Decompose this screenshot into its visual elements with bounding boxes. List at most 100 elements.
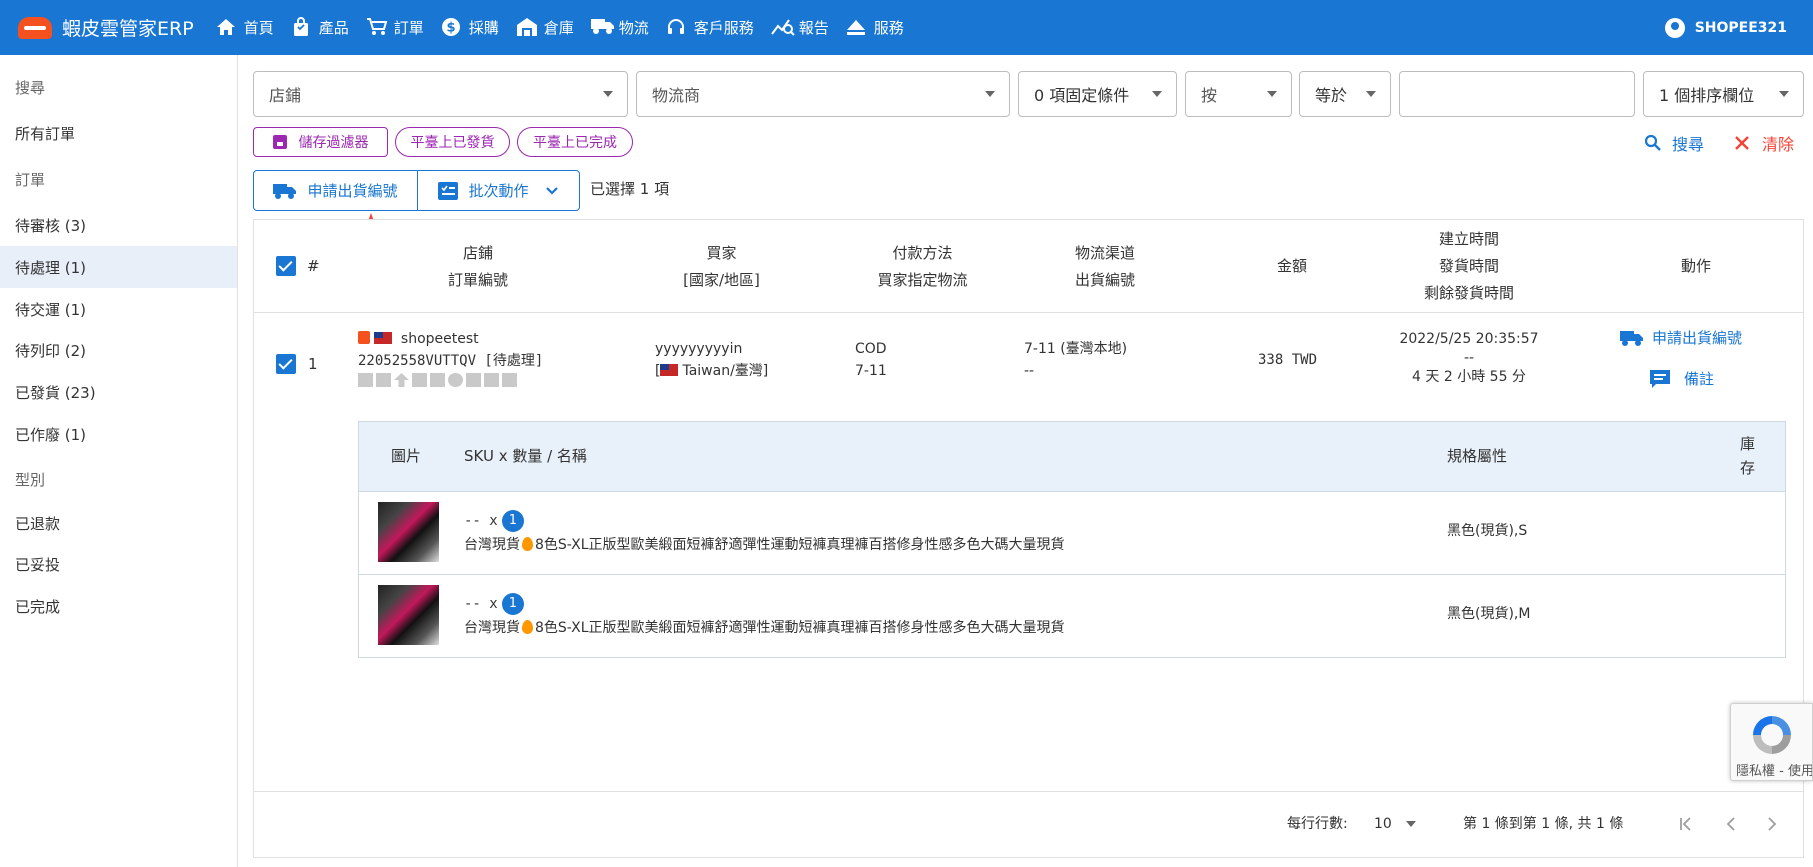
- batch-actions-button[interactable]: 批次動作: [417, 171, 579, 210]
- row-checkbox[interactable]: [276, 354, 296, 374]
- header-channel-line1: 物流渠道: [1074, 244, 1135, 262]
- nav-item-2[interactable]: 訂單: [366, 17, 424, 39]
- recaptcha-text[interactable]: 隱私權 - 使用條款: [1736, 760, 1812, 779]
- sidebar-item[interactable]: 已發貨 (23): [0, 371, 237, 413]
- items-header: 圖片 SKU x 數量 / 名稱 規格屬性 庫 存: [359, 422, 1785, 492]
- product-thumbnail[interactable]: [378, 585, 439, 645]
- shop-name: shopeetest: [400, 331, 479, 347]
- rows-per-page-select[interactable]: 10: [1374, 813, 1416, 835]
- message-icon[interactable]: [430, 373, 445, 387]
- checklist-icon[interactable]: [484, 373, 499, 387]
- fixed-conditions-select[interactable]: 0 項固定條件: [1018, 71, 1177, 117]
- item-name-part2: 8色S-XL正版型歐美緞面短褲舒適彈性運動短褲真理褲百搭修身性感多色大碼大量現貨: [535, 620, 1065, 636]
- header-channel-line2: 出貨編號: [1074, 271, 1135, 289]
- buyer-country: [Taiwan/臺灣]: [655, 363, 769, 379]
- item-sku: -- x: [464, 513, 498, 529]
- order-cell: shopeetest 22052558VUTTQV [待處理]: [358, 328, 543, 387]
- sidebar-item[interactable]: 待審核 (3): [0, 204, 237, 246]
- sidebar-item[interactable]: 待列印 (2): [0, 329, 237, 371]
- sidebar: 搜尋 所有訂單 訂單 待審核 (3) 待處理 (1) 待交運 (1) 待列印 (2) 已發貨 …: [0, 55, 238, 867]
- nav-item-4[interactable]: 倉庫: [516, 17, 574, 39]
- product-thumbnail[interactable]: [378, 502, 439, 562]
- dollar-icon: $: [441, 17, 463, 39]
- tracking-number: --: [1024, 363, 1035, 379]
- caret-down-icon: [1267, 91, 1277, 97]
- nav-item-8[interactable]: 服務: [846, 17, 904, 39]
- filter-value-input[interactable]: [1399, 71, 1635, 117]
- nav-item-label: 客戶服務: [693, 19, 754, 37]
- logistics-select[interactable]: 物流商: [636, 71, 1010, 117]
- created-time: 2022/5/25 20:35:57: [1399, 331, 1539, 347]
- shopee-logo-icon: [18, 16, 52, 39]
- chip-completed-on-platform[interactable]: 平臺上已完成: [517, 127, 633, 157]
- brand[interactable]: 蝦皮雲管家ERP: [18, 14, 194, 41]
- user-menu[interactable]: SHOPEE321: [1664, 0, 1787, 55]
- shop-select[interactable]: 店鋪: [253, 71, 628, 117]
- sidebar-item[interactable]: 待交運 (1): [0, 288, 237, 330]
- row-request-tracking-button[interactable]: 申請出貨編號: [1620, 327, 1742, 349]
- nav-item-3[interactable]: $ 採購: [441, 17, 499, 39]
- operator-select[interactable]: 等於: [1299, 71, 1391, 117]
- sidebar-item[interactable]: 所有訂單: [0, 112, 237, 154]
- main-nav: 首頁 產品 訂單 $ 採購 倉庫 物流 客戶服務 報告 服務: [216, 16, 921, 39]
- nav-item-6[interactable]: 客戶服務: [666, 17, 754, 39]
- sort-select[interactable]: 1 個排序欄位: [1643, 71, 1804, 117]
- channel-cell: 7-11 (臺灣本地) --: [1024, 338, 1127, 382]
- truck-icon: [273, 183, 297, 199]
- barcode-icon[interactable]: [358, 373, 373, 387]
- next-page-icon[interactable]: [1764, 816, 1780, 832]
- qrcode-icon[interactable]: [376, 373, 391, 387]
- shop-line: shopeetest: [358, 328, 543, 350]
- caret-down-icon: [603, 91, 613, 97]
- nav-item-1[interactable]: 產品: [291, 16, 349, 39]
- item-name-part2: 8色S-XL正版型歐美緞面短褲舒適彈性運動短褲真理褲百搭修身性感多色大碼大量現貨: [535, 537, 1065, 553]
- select-all-checkbox[interactable]: [276, 256, 296, 276]
- header-time: 建立時間 發貨時間 剩餘發貨時間: [1404, 226, 1534, 307]
- item-row[interactable]: -- x 1 台灣現貨 8色S-XL正版型歐美緞面短褲舒適彈性運動短褲真理褲百搭修身性…: [359, 575, 1785, 658]
- sidebar-item[interactable]: 已退款: [0, 502, 237, 544]
- nav-item-0[interactable]: 首頁: [216, 17, 274, 39]
- table-row[interactable]: 1 shopeetest 22052558VUTTQV [待處理] yyyyyy…: [254, 314, 1803, 421]
- previous-page-icon[interactable]: [1723, 816, 1739, 832]
- caret-down-icon: [1152, 91, 1162, 97]
- nav-item-5[interactable]: 物流: [590, 17, 649, 39]
- check-box-icon[interactable]: [466, 373, 481, 387]
- sidebar-item[interactable]: 已作廢 (1): [0, 413, 237, 455]
- items-header-stock-line2: 存: [1740, 459, 1756, 477]
- sidebar-section-header: 型別: [15, 470, 46, 489]
- chart-search-icon: [770, 17, 795, 39]
- header-time-line3: 剩餘發貨時間: [1423, 284, 1514, 302]
- sidebar-item[interactable]: 已完成: [0, 585, 237, 627]
- field-select[interactable]: 按: [1185, 71, 1292, 117]
- order-items-table: 圖片 SKU x 數量 / 名稱 規格屬性 庫 存 -- x 1 台灣現貨 8色S-X…: [358, 421, 1786, 658]
- items-header-stock: 庫 存: [1740, 432, 1755, 480]
- designated-logistics: 7-11: [855, 363, 887, 379]
- first-page-icon[interactable]: [1678, 816, 1694, 832]
- search-button[interactable]: 搜尋: [1644, 130, 1704, 156]
- note-button[interactable]: 備註: [1650, 368, 1714, 390]
- chip-shipped-on-platform[interactable]: 平臺上已發貨: [395, 127, 510, 157]
- caret-down-icon: [985, 91, 995, 97]
- items-header-spec: 規格屬性: [1447, 447, 1508, 465]
- swap-icon[interactable]: [502, 373, 517, 387]
- save-filter-button[interactable]: 儲存過濾器: [253, 127, 388, 157]
- request-tracking-button[interactable]: 申請出貨編號: [254, 171, 417, 210]
- comment-icon[interactable]: [412, 373, 427, 387]
- caret-down-icon: [1779, 91, 1789, 97]
- chip-label: 平臺上已完成: [533, 135, 617, 151]
- item-row[interactable]: -- x 1 台灣現貨 8色S-XL正版型歐美緞面短褲舒適彈性運動短褲真理褲百搭修身性…: [359, 492, 1785, 575]
- cancel-circle-icon[interactable]: [448, 373, 463, 387]
- upload-icon[interactable]: [394, 373, 409, 387]
- sidebar-item[interactable]: 已妥投: [0, 543, 237, 585]
- nav-item-label: 物流: [618, 19, 649, 37]
- selected-count: 已選擇 1 項: [590, 180, 670, 198]
- time-cell: 2022/5/25 20:35:57 -- 4 天 2 小時 55 分: [1384, 328, 1554, 388]
- recaptcha-badge[interactable]: 隱私權 - 使用條款: [1730, 703, 1813, 781]
- order-number[interactable]: 22052558VUTTQV [待處理]: [358, 350, 543, 372]
- sidebar-item[interactable]: 待處理 (1): [0, 246, 237, 288]
- row-index: 1: [308, 355, 318, 373]
- item-qty-badge: 1: [501, 510, 524, 532]
- order-amount: 338 TWD: [1258, 352, 1318, 368]
- clear-button[interactable]: 清除: [1734, 130, 1794, 156]
- nav-item-7[interactable]: 報告: [770, 17, 829, 39]
